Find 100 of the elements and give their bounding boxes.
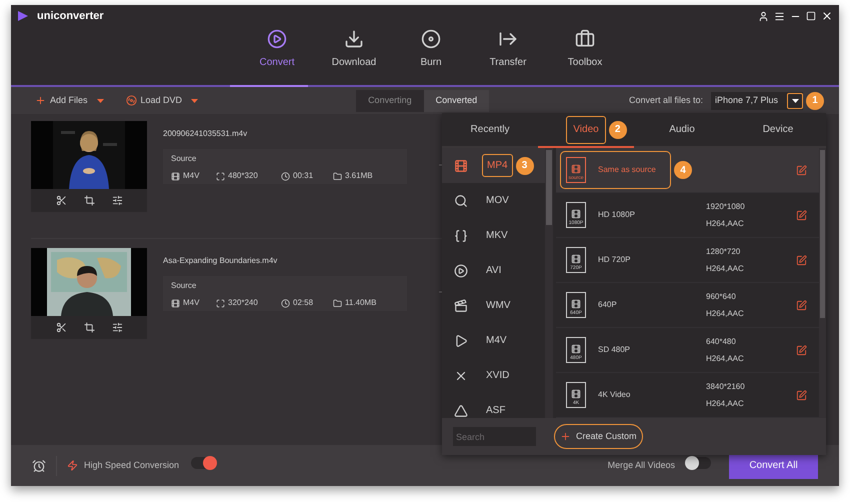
step-number-badge: 4 bbox=[674, 161, 692, 179]
maximize-icon[interactable] bbox=[806, 11, 816, 21]
logo-icon bbox=[17, 10, 29, 22]
folder-icon bbox=[333, 172, 342, 180]
format-tab[interactable]: Recently bbox=[464, 116, 516, 144]
edit-icon[interactable] bbox=[796, 164, 807, 176]
caret-icon bbox=[792, 98, 798, 102]
edit-icon[interactable] bbox=[796, 344, 807, 356]
preset-resolution: 960*640 bbox=[706, 290, 737, 302]
edit-icon[interactable] bbox=[796, 390, 807, 400]
toggle-switch[interactable] bbox=[191, 457, 218, 470]
film-icon bbox=[571, 209, 581, 219]
view-tab[interactable]: Converting bbox=[356, 90, 424, 112]
app-name: uniconverter bbox=[37, 8, 104, 24]
scissors-icon[interactable] bbox=[56, 195, 66, 206]
clock-icon bbox=[281, 298, 290, 308]
film-icon bbox=[171, 298, 180, 308]
preset-codec: H264,AAC bbox=[706, 352, 744, 364]
film-icon bbox=[571, 299, 581, 309]
load-dvd-button[interactable]: Load DVD bbox=[126, 94, 198, 108]
preset-resolution: 3840*2160 bbox=[706, 380, 745, 392]
format-item[interactable]: MOV bbox=[442, 183, 545, 218]
format-tab[interactable]: Audio bbox=[663, 116, 701, 144]
film-icon bbox=[454, 158, 468, 172]
plus-icon bbox=[560, 431, 571, 442]
format-tab[interactable]: Device bbox=[756, 116, 800, 144]
edit-icon[interactable] bbox=[796, 254, 807, 266]
nav-tab[interactable]: Toolbox bbox=[556, 29, 614, 70]
magnifier-icon bbox=[454, 194, 468, 208]
format-text: M4V bbox=[183, 170, 200, 182]
braces-icon bbox=[454, 228, 468, 242]
format-item[interactable]: MKV bbox=[442, 218, 545, 253]
account-icon[interactable] bbox=[758, 10, 769, 22]
alarm-clock-icon[interactable] bbox=[32, 458, 46, 472]
format-item[interactable]: ASF bbox=[442, 393, 545, 418]
file-name: 200906241035531.m4v bbox=[163, 128, 248, 140]
format-item[interactable]: XVID bbox=[442, 358, 545, 393]
resolution-text: 480*320 bbox=[228, 170, 258, 182]
preset-codec: H264,AAC bbox=[706, 218, 745, 230]
crop-icon[interactable] bbox=[84, 195, 94, 206]
download-icon bbox=[344, 29, 364, 49]
convert-to-label: Convert all files to: bbox=[628, 94, 703, 107]
nav-tab[interactable]: Transfer bbox=[480, 29, 536, 70]
scrollbar-thumb[interactable] bbox=[820, 150, 825, 318]
nav-tab[interactable]: Convert bbox=[248, 29, 306, 70]
preset-title: Same as source bbox=[598, 164, 657, 176]
preset-resolution: 1920*1080 bbox=[706, 200, 745, 212]
search-field[interactable]: Search bbox=[453, 427, 536, 446]
edit-icon[interactable] bbox=[796, 210, 807, 220]
caret-icon bbox=[96, 98, 104, 102]
format-item[interactable]: WMV bbox=[442, 288, 545, 323]
scissors-icon[interactable] bbox=[56, 322, 66, 333]
view-tab[interactable]: Converted bbox=[424, 90, 490, 112]
nav-tab[interactable]: Burn bbox=[402, 29, 460, 70]
duration-text: 00:31 bbox=[293, 170, 314, 182]
preset-codec: H264,AAC bbox=[706, 262, 744, 274]
high-speed-label: High Speed Conversion bbox=[84, 458, 180, 472]
preset-title: SD 480P bbox=[598, 344, 632, 356]
crop-icon[interactable] bbox=[84, 322, 94, 333]
nav-tab[interactable]: Download bbox=[326, 29, 382, 70]
preset-title: 4K Video bbox=[598, 389, 632, 401]
resolution-icon bbox=[216, 298, 225, 308]
format-item[interactable]: MP4 3 bbox=[442, 148, 545, 183]
preset-resolution: 1280*720 bbox=[706, 246, 742, 258]
preset-title: 640P bbox=[598, 299, 618, 311]
film-icon bbox=[571, 389, 581, 399]
toggle-switch[interactable] bbox=[685, 457, 711, 470]
clapperboard-icon bbox=[454, 298, 468, 312]
size-text: 3.61MB bbox=[345, 170, 373, 182]
play-circle-icon bbox=[267, 29, 287, 49]
format-item[interactable]: M4V bbox=[442, 323, 545, 358]
preset-resolution: 640*480 bbox=[706, 336, 737, 348]
preset-codec: H264,AAC bbox=[706, 398, 745, 410]
format-item[interactable]: AVI bbox=[442, 253, 545, 288]
source-label: Source bbox=[171, 280, 198, 292]
source-label: Source bbox=[171, 153, 198, 165]
menu-icon[interactable] bbox=[774, 10, 785, 22]
close-icon[interactable] bbox=[821, 10, 833, 22]
step-number-badge: 1 bbox=[806, 92, 824, 110]
edit-icon[interactable] bbox=[796, 300, 807, 310]
lightning-icon bbox=[67, 460, 78, 471]
disc-icon bbox=[126, 95, 137, 106]
add-files-button[interactable]: Add Files bbox=[35, 94, 104, 108]
preset-codec: H264,AAC bbox=[706, 308, 744, 320]
step-number-badge: 2 bbox=[608, 120, 627, 138]
scrollbar-thumb[interactable] bbox=[546, 150, 552, 225]
toolbox-icon bbox=[575, 29, 595, 49]
film-icon bbox=[571, 254, 581, 264]
caret-icon bbox=[191, 98, 198, 102]
preset-title: HD 1080P bbox=[598, 209, 636, 221]
play-circle-icon bbox=[454, 264, 468, 278]
create-custom-button[interactable]: Create Custom bbox=[554, 424, 643, 449]
disc-icon bbox=[421, 29, 441, 49]
resolution-icon bbox=[216, 172, 225, 180]
sliders-icon[interactable] bbox=[112, 322, 122, 333]
sliders-icon[interactable] bbox=[112, 195, 122, 206]
folder-icon bbox=[333, 298, 342, 308]
preset-title: HD 720P bbox=[598, 254, 632, 266]
resolution-text: 320*240 bbox=[228, 297, 258, 309]
triangle-icon bbox=[454, 404, 468, 418]
